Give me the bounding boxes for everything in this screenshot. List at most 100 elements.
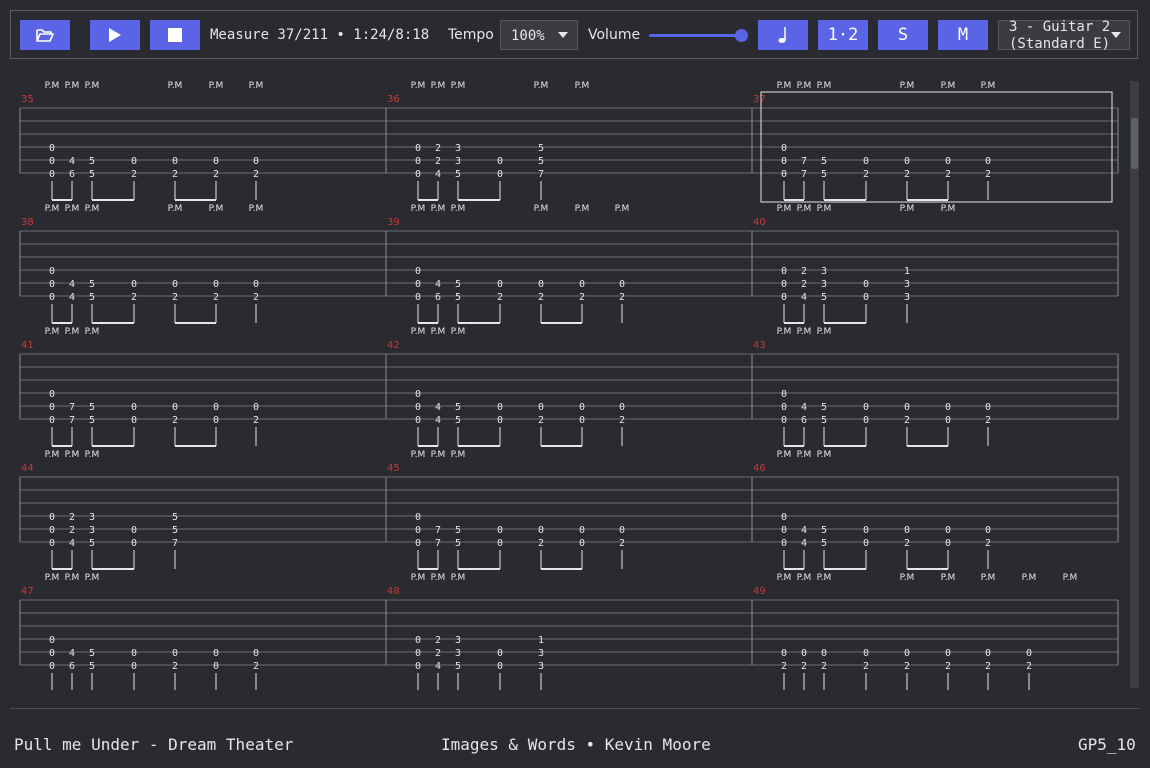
open-file-button[interactable]	[20, 20, 70, 50]
fret-number: 2	[172, 292, 178, 303]
fret-number: 2	[863, 169, 869, 180]
palm-mute-mark: P.M	[615, 204, 630, 214]
fret-number: 4	[801, 538, 807, 549]
fret-number: 2	[821, 661, 827, 672]
fret-number: 0	[985, 156, 991, 167]
palm-mute-mark: P.M	[411, 573, 426, 583]
fret-number: 5	[455, 292, 461, 303]
palm-mute-mark: P.M	[85, 327, 100, 337]
palm-mute-mark: P.M	[451, 81, 466, 91]
fret-number: 0	[781, 292, 787, 303]
measure-number: 35	[21, 94, 34, 105]
fret-number: 4	[801, 292, 807, 303]
count-in-button[interactable]: 1·2	[818, 20, 868, 50]
fret-number: 0	[1026, 648, 1032, 659]
fret-number: 0	[863, 156, 869, 167]
fret-number: 0	[904, 648, 910, 659]
fret-number: 0	[781, 538, 787, 549]
fret-number: 0	[985, 402, 991, 413]
measure-number: 48	[387, 586, 400, 597]
score-scrollbar[interactable]	[1130, 81, 1139, 688]
fret-number: 0	[213, 661, 219, 672]
fret-number: 5	[455, 525, 461, 536]
fret-number: 0	[415, 156, 421, 167]
scrollbar-thumb[interactable]	[1131, 118, 1138, 169]
measure-number: 39	[387, 217, 400, 228]
palm-mute-mark: P.M	[797, 204, 812, 214]
volume-thumb[interactable]	[735, 29, 748, 42]
fret-number: 2	[497, 292, 503, 303]
fret-number: 0	[904, 402, 910, 413]
palm-mute-mark: P.M	[817, 573, 832, 583]
palm-mute-mark: P.M	[534, 81, 549, 91]
fret-number: 6	[435, 292, 441, 303]
fret-number: 0	[415, 661, 421, 672]
palm-mute-mark: P.M	[65, 450, 80, 460]
measure-number: 45	[387, 463, 400, 474]
chevron-down-icon	[1111, 32, 1121, 38]
fret-number: 0	[945, 525, 951, 536]
palm-mute-mark: P.M	[777, 450, 792, 460]
fret-number: 0	[131, 279, 137, 290]
fret-number: 0	[415, 538, 421, 549]
fret-number: 2	[435, 648, 441, 659]
fret-number: 5	[89, 279, 95, 290]
fret-number: 4	[69, 279, 75, 290]
fret-number: 0	[213, 156, 219, 167]
toolbar: Measure 37/211 • 1:24/8:18 Tempo 100% Vo…	[10, 10, 1138, 59]
fret-number: 0	[131, 538, 137, 549]
measure-number: 37	[753, 94, 766, 105]
metronome-button[interactable]	[758, 20, 808, 50]
fret-number: 3	[455, 635, 461, 646]
fret-number: 7	[435, 538, 441, 549]
fret-number: 0	[213, 279, 219, 290]
fret-number: 5	[455, 661, 461, 672]
fret-number: 3	[538, 661, 544, 672]
palm-mute-mark: P.M	[65, 573, 80, 583]
fret-number: 0	[904, 156, 910, 167]
fret-number: 0	[253, 156, 259, 167]
fret-number: 0	[49, 389, 55, 400]
palm-mute-mark: P.M	[817, 81, 832, 91]
fret-number: 0	[497, 402, 503, 413]
fret-number: 0	[863, 415, 869, 426]
solo-button[interactable]: S	[878, 20, 928, 50]
fret-number: 0	[985, 525, 991, 536]
fret-number: 6	[801, 415, 807, 426]
fret-number: 4	[69, 292, 75, 303]
tempo-select[interactable]: 100%	[500, 20, 578, 50]
fret-number: 5	[455, 538, 461, 549]
track-select[interactable]: 3 - Guitar 2 (Standard E)	[998, 19, 1130, 52]
fret-number: 0	[49, 143, 55, 154]
fret-number: 4	[69, 156, 75, 167]
fret-number: 0	[579, 402, 585, 413]
stop-button[interactable]	[150, 20, 200, 50]
fret-number: 0	[781, 169, 787, 180]
fret-number: 7	[801, 169, 807, 180]
mute-button[interactable]: M	[938, 20, 988, 50]
palm-mute-mark: P.M	[45, 450, 60, 460]
fret-number: 0	[497, 648, 503, 659]
fret-number: 2	[863, 661, 869, 672]
fret-number: 5	[89, 415, 95, 426]
fret-number: 0	[497, 415, 503, 426]
volume-track[interactable]	[649, 34, 741, 37]
palm-mute-mark: P.M	[65, 327, 80, 337]
fret-number: 3	[455, 648, 461, 659]
palm-mute-mark: P.M	[900, 204, 915, 214]
measure-number: 36	[387, 94, 400, 105]
palm-mute-mark: P.M	[981, 81, 996, 91]
fret-number: 0	[863, 402, 869, 413]
palm-mute-mark: P.M	[411, 450, 426, 460]
play-button[interactable]	[90, 20, 140, 50]
fret-number: 2	[945, 661, 951, 672]
fret-number: 5	[89, 538, 95, 549]
fret-number: 2	[172, 415, 178, 426]
fret-number: 0	[131, 402, 137, 413]
fret-number: 0	[497, 525, 503, 536]
fret-number: 4	[801, 525, 807, 536]
fret-number: 0	[415, 292, 421, 303]
tab-score[interactable]: 35P.M P.M P.M P.M P.M P.M00064552020202036P.M…	[10, 70, 1130, 690]
palm-mute-mark: P.M	[575, 204, 590, 214]
palm-mute-mark: P.M	[85, 204, 100, 214]
